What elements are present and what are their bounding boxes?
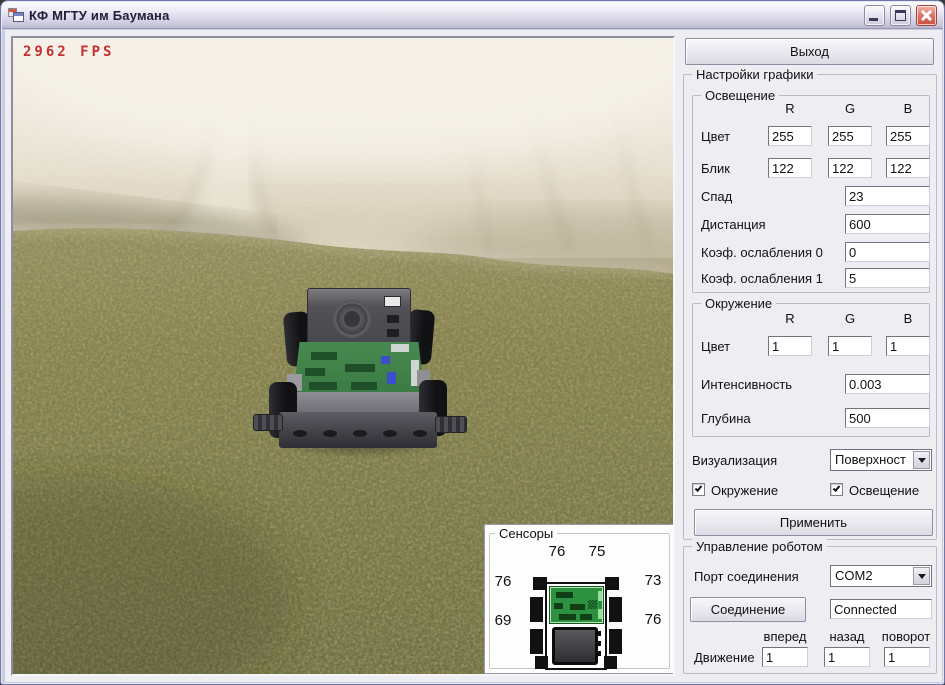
sensor-left-front: 76: [489, 573, 517, 590]
depth-input[interactable]: [845, 408, 930, 428]
port-dropdown-button[interactable]: [913, 567, 930, 585]
ambient-header-r: R: [768, 311, 812, 326]
lighting-header-b: B: [886, 101, 930, 116]
connection-status-field[interactable]: [830, 599, 932, 619]
falloff-label: Спад: [701, 189, 732, 204]
distance-label: Дистанция: [701, 217, 766, 232]
sensors-panel: Сенсоры 76 75 76 73 69 76: [484, 524, 675, 674]
titlebar[interactable]: КФ МГТУ им Баумана: [2, 2, 943, 29]
sensor-front-left: 76: [543, 543, 571, 560]
visualization-value: Поверхност: [835, 452, 906, 467]
ambient-color-b-input[interactable]: [886, 336, 930, 356]
sensors-robot-device: [552, 627, 598, 665]
robot-bumper: [279, 412, 437, 448]
motion-forward-input[interactable]: [762, 647, 808, 667]
specular-r-input[interactable]: [768, 158, 812, 178]
maximize-button[interactable]: [890, 5, 911, 26]
specular-label: Блик: [701, 161, 730, 176]
specular-b-input[interactable]: [886, 158, 930, 178]
robot-control-title: Управление роботом: [692, 539, 827, 554]
ambient-header-b: B: [886, 311, 930, 326]
ambient-title: Окружение: [701, 296, 776, 311]
fps-counter: 2962 FPS: [23, 44, 114, 60]
check-icon: [833, 484, 841, 492]
3d-viewport[interactable]: 2962 FPS: [11, 36, 675, 676]
ambient-checkbox[interactable]: [692, 483, 705, 496]
robot-control-group: Управление роботом Порт соединения COM2 …: [683, 546, 937, 674]
lighting-group: Освещение R G B Цвет Блик Спад Дистанция: [692, 95, 930, 293]
falloff-input[interactable]: [845, 186, 930, 206]
port-label: Порт соединения: [694, 569, 799, 584]
ambient-color-r-input[interactable]: [768, 336, 812, 356]
chevron-down-icon: [918, 458, 926, 467]
ambient-checkbox-label: Окружение: [711, 483, 778, 498]
robot-left-sensor: [253, 414, 283, 431]
exit-button[interactable]: Выход: [685, 38, 934, 65]
motion-header-backward: назад: [824, 629, 870, 644]
sensor-left-rear: 69: [489, 612, 517, 629]
intensity-input[interactable]: [845, 374, 930, 394]
visualization-dropdown-button[interactable]: [913, 451, 930, 469]
window-title: КФ МГТУ им Баумана: [29, 8, 859, 23]
light-color-g-input[interactable]: [828, 126, 872, 146]
attenuation1-label: Коэф. ослабления 1: [701, 271, 823, 286]
intensity-label: Интенсивность: [701, 377, 792, 392]
ambient-group: Окружение R G B Цвет Интенсивность Глуби…: [692, 303, 930, 437]
robot-3d-model: [251, 278, 467, 464]
lighting-checkbox-label: Освещение: [849, 483, 919, 498]
motion-backward-input[interactable]: [824, 647, 870, 667]
control-panel: Выход Настройки графики Освещение R G B …: [679, 32, 940, 680]
robot-fan: [332, 300, 372, 338]
port-value: COM2: [835, 568, 873, 583]
robot-right-sensor: [435, 416, 467, 433]
ambient-header-g: G: [828, 311, 872, 326]
sensor-front-right: 75: [583, 543, 611, 560]
minimize-button[interactable]: [864, 5, 885, 26]
minimize-icon: [869, 18, 878, 21]
sensors-robot-pcb: [550, 587, 603, 623]
specular-g-input[interactable]: [828, 158, 872, 178]
robot-pcb-board: [293, 342, 425, 396]
visualization-select[interactable]: Поверхност: [830, 449, 932, 471]
light-color-r-input[interactable]: [768, 126, 812, 146]
sensor-right-front: 73: [639, 572, 667, 589]
check-icon: [695, 484, 703, 492]
maximize-icon: [895, 10, 906, 21]
apply-button[interactable]: Применить: [694, 509, 933, 536]
light-color-b-input[interactable]: [886, 126, 930, 146]
depth-label: Глубина: [701, 411, 751, 426]
graphics-settings-title: Настройки графики: [692, 67, 817, 82]
motion-header-turn: поворот: [878, 629, 934, 644]
visualization-label: Визуализация: [692, 453, 777, 468]
app-icon: [8, 7, 24, 23]
attenuation0-input[interactable]: [845, 242, 930, 262]
lighting-header-g: G: [828, 101, 872, 116]
connect-button[interactable]: Соединение: [690, 597, 806, 622]
robot-rear-box: [307, 288, 411, 350]
light-color-label: Цвет: [701, 129, 730, 144]
sensors-title: Сенсоры: [495, 526, 557, 541]
port-select[interactable]: COM2: [830, 565, 932, 587]
ambient-color-g-input[interactable]: [828, 336, 872, 356]
attenuation1-input[interactable]: [845, 268, 930, 288]
chevron-down-icon: [918, 574, 926, 583]
attenuation0-label: Коэф. ослабления 0: [701, 245, 823, 260]
ambient-color-label: Цвет: [701, 339, 730, 354]
window-content: 2962 FPS: [5, 30, 942, 682]
motion-label: Движение: [694, 650, 755, 665]
lighting-checkbox[interactable]: [830, 483, 843, 496]
sensor-right-rear: 76: [639, 611, 667, 628]
lighting-header-r: R: [768, 101, 812, 116]
graphics-settings-group: Настройки графики Освещение R G B Цвет Б…: [683, 74, 937, 540]
close-button[interactable]: [916, 5, 937, 26]
motion-turn-input[interactable]: [884, 647, 930, 667]
app-window: КФ МГТУ им Баумана: [0, 0, 945, 685]
distance-input[interactable]: [845, 214, 930, 234]
motion-header-forward: вперед: [762, 629, 808, 644]
